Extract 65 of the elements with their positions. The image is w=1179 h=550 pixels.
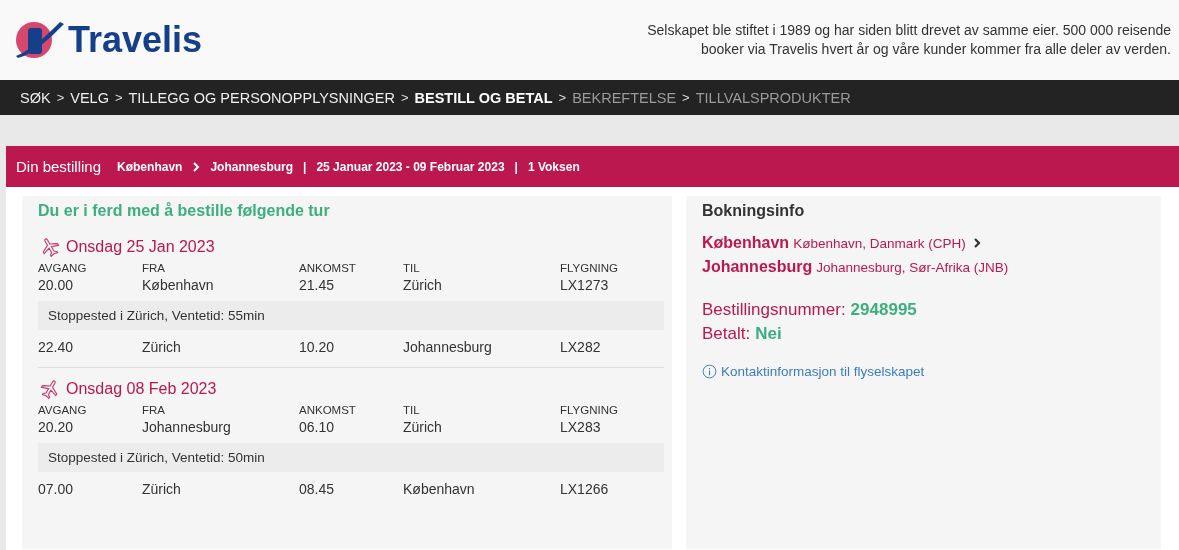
summary-dates: 25 Januar 2023 - 09 Februar 2023 [316, 159, 505, 174]
booking-number: 2948995 [850, 300, 917, 320]
summary-title: Din bestilling [16, 158, 102, 175]
leg-date: Onsdag 25 Jan 2023 [66, 238, 215, 256]
table-cell-text: København [403, 480, 476, 499]
stopover-note: Stoppested i Zürich, Ventetid: 55min [38, 301, 664, 330]
chevron-icon [192, 161, 201, 172]
tagline: Selskapet ble stiftet i 1989 og har siden blitt drevet av samme eier. 500 000 reisende booker via Travelis hvert år og våre kunder kommer fra alle deler av verden. [646, 21, 1171, 59]
step-separator: > [56, 90, 65, 105]
info-icon [702, 364, 717, 379]
table-cell-text: 06.10 [299, 418, 336, 437]
table-cell-text: Zürich [403, 276, 443, 295]
table-cell-text: København [142, 276, 215, 295]
city-name: Johannesburg [702, 258, 813, 276]
table-cell-text: 10.20 [299, 338, 336, 357]
table-cell-text: LX283 [560, 418, 602, 437]
table-cell-text: 07.00 [38, 480, 75, 499]
step-separator: > [558, 90, 567, 105]
table-cell-text: LX1273 [560, 276, 610, 295]
step-separator: > [114, 90, 123, 105]
leg-date: Onsdag 08 Feb 2023 [66, 380, 217, 398]
table-cell-text: 22.40 [38, 338, 75, 357]
trip-title: Du er i ferd med å bestille følgende tur [38, 202, 331, 220]
summary-from: København [117, 159, 183, 174]
step-separator: > [400, 90, 409, 105]
step-link[interactable]: TILLEGG OG PERSONOPPLYSNINGER [128, 89, 395, 106]
paid-label: Betalt: [702, 324, 751, 344]
column-header: ANKOMST [299, 262, 357, 274]
stopover-note: Stoppested i Zürich, Ventetid: 50min [38, 443, 664, 472]
column-header: FLYGNING [560, 404, 619, 416]
step-link[interactable]: SØK [20, 89, 51, 106]
airport-detail: København, Danmark (CPH) [793, 235, 966, 251]
table-cell-text: Zürich [403, 418, 443, 437]
table-cell-text: LX1266 [560, 480, 610, 499]
step-link[interactable]: VELG [70, 89, 109, 106]
table-cell-text: 21.45 [299, 276, 336, 295]
city-name: København [702, 234, 790, 252]
summary-separator: | [303, 159, 307, 174]
table-cell-text: 20.20 [38, 418, 75, 437]
booking-info-title: Bokningsinfo [702, 202, 806, 220]
table-cell-text: 20.00 [38, 276, 75, 295]
step-link[interactable]: BESTILL OG BETAL [414, 89, 553, 106]
column-header: ANKOMST [299, 404, 357, 416]
column-header: TIL [403, 262, 421, 274]
table-cell-text: Johannesburg [403, 338, 493, 357]
column-header: AVGANG [38, 404, 88, 416]
column-header: TIL [403, 404, 421, 416]
column-header: FRA [142, 404, 166, 416]
column-header: FRA [142, 262, 166, 274]
airport-detail: Johannesburg, Sør-Afrika (JNB) [816, 259, 1009, 275]
table-cell-text: Zürich [142, 480, 182, 499]
step-separator: > [682, 90, 690, 105]
table-cell-text: LX282 [560, 338, 602, 357]
summary-travellers: 1 Voksen [527, 159, 580, 174]
contact-link[interactable]: Kontaktinformasjon til flyselskapet [721, 364, 925, 379]
column-header: AVGANG [38, 262, 88, 274]
summary-separator: | [514, 159, 518, 174]
column-header: FLYGNING [560, 262, 619, 274]
table-cell-text: Johannesburg [142, 418, 232, 437]
booking-number-label: Bestillingsnummer: [702, 300, 846, 320]
table-cell-text: Zürich [142, 338, 182, 357]
summary-to: Johannesburg [210, 159, 294, 174]
paid-value: Nei [755, 324, 782, 344]
logo-text: Travelis [68, 19, 203, 61]
table-cell-text: 08.45 [299, 480, 336, 499]
